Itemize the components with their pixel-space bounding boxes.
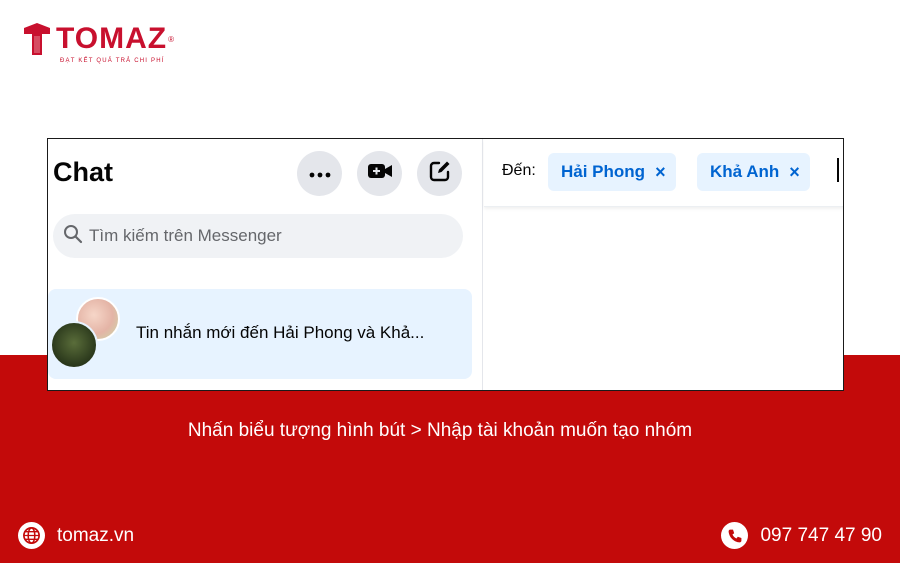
phone-number: 097 747 47 90 — [760, 524, 882, 546]
instruction-caption: Nhấn biểu tượng hình bút > Nhập tài khoả… — [187, 420, 693, 441]
messenger-screenshot: Chat Tìm kiếm trên Messenger Tin nhắn mớ… — [47, 138, 844, 391]
compose-panel: Đến: Hải Phong × Khả Anh × — [484, 139, 843, 390]
text-cursor — [837, 158, 839, 182]
more-icon — [309, 165, 331, 183]
phone-icon — [721, 522, 749, 549]
recipient-chip[interactable]: Khả Anh × — [697, 153, 810, 191]
website-text: tomaz.vn — [57, 524, 135, 546]
new-message-icon — [429, 160, 451, 187]
avatar — [50, 321, 98, 369]
logo-text: TOMAZ — [56, 22, 168, 55]
conversation-title: Tin nhắn mới đến Hải Phong và Khả... — [136, 323, 425, 342]
new-video-call-button[interactable] — [357, 151, 402, 196]
conversation-item[interactable]: Tin nhắn mới đến Hải Phong và Khả... — [48, 289, 472, 379]
new-message-button[interactable] — [417, 151, 462, 196]
search-placeholder: Tìm kiếm trên Messenger — [89, 226, 282, 245]
close-icon[interactable]: × — [789, 162, 800, 183]
recipient-bar: Đến: Hải Phong × Khả Anh × — [484, 139, 843, 207]
to-label: Đến: — [502, 162, 536, 179]
footer-phone[interactable]: 097 747 47 90 — [721, 522, 882, 549]
recipient-name: Hải Phong — [561, 162, 646, 181]
search-input[interactable]: Tìm kiếm trên Messenger — [53, 214, 463, 258]
close-icon[interactable]: × — [655, 162, 666, 183]
more-options-button[interactable] — [297, 151, 342, 196]
recipient-name: Khả Anh — [710, 162, 780, 181]
search-icon — [63, 224, 83, 249]
footer-website[interactable]: tomaz.vn — [18, 522, 134, 549]
logo-registered-mark: ® — [168, 34, 175, 44]
video-add-icon — [367, 162, 393, 185]
globe-icon — [18, 522, 45, 549]
logo-tagline: ĐẠT KẾT QUẢ TRẢ CHI PHÍ — [60, 58, 165, 64]
recipient-chip[interactable]: Hải Phong × — [548, 153, 676, 191]
tomaz-logo: TOMAZ ® ĐẠT KẾT QUẢ TRẢ CHI PHÍ — [22, 22, 174, 64]
chat-title: Chat — [53, 157, 113, 187]
chat-sidebar: Chat Tìm kiếm trên Messenger Tin nhắn mớ… — [48, 139, 483, 390]
tomaz-logo-icon — [22, 22, 52, 56]
